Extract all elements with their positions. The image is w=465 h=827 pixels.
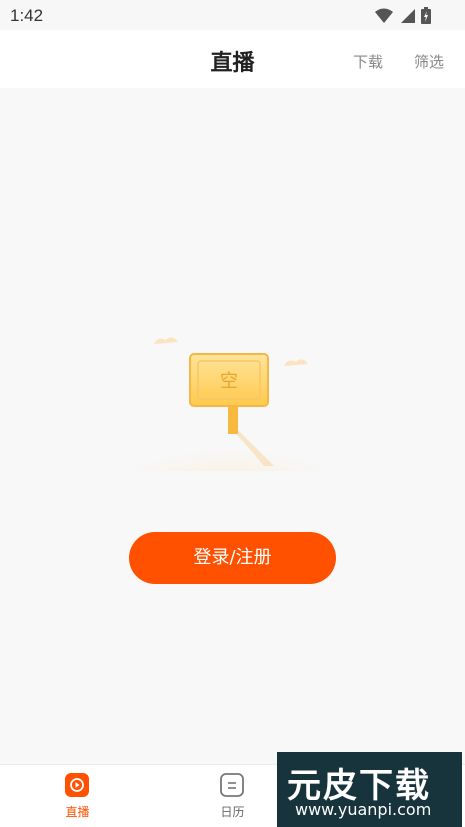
tab-live-label: 直播	[65, 805, 90, 819]
battery-icon	[421, 7, 431, 24]
header: 直播 下载 筛选	[0, 30, 465, 88]
wifi-icon	[375, 8, 393, 23]
empty-sign-text: 空	[220, 371, 238, 392]
status-time: 1:42	[10, 6, 44, 25]
login-register-button[interactable]: 登录/注册	[129, 532, 336, 584]
play-icon	[65, 773, 89, 797]
watermark-url: www.yuanpi.com	[295, 800, 432, 819]
empty-state-illustration: 空	[129, 337, 329, 471]
download-button[interactable]: 下载	[353, 51, 383, 72]
page-title: 直播	[210, 51, 255, 76]
tab-live[interactable]: 直播	[0, 765, 155, 827]
status-bar: 1:42	[0, 0, 465, 30]
signal-icon	[401, 8, 415, 23]
status-icons	[375, 7, 431, 24]
filter-button[interactable]: 筛选	[414, 51, 444, 72]
watermark: 元皮下载 www.yuanpi.com	[277, 752, 462, 827]
calendar-icon	[220, 773, 244, 797]
